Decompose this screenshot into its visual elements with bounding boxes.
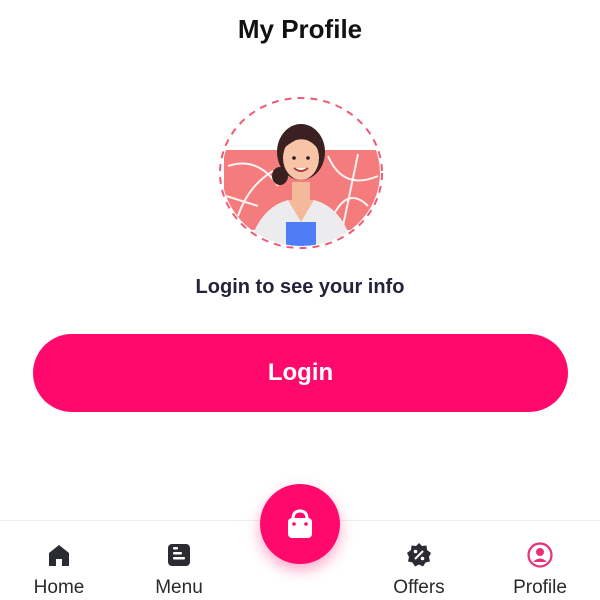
nav-label-offers: Offers [393,577,445,598]
nav-item-profile[interactable]: Profile [495,541,585,599]
nav-item-home[interactable]: Home [14,541,104,599]
shopping-bag-icon [280,504,320,544]
nav-item-menu[interactable]: Menu [134,541,224,599]
offers-badge-icon [405,541,433,569]
menu-doc-icon [165,541,193,569]
avatar [218,96,384,250]
cart-bag-button[interactable] [260,484,340,564]
user-avatar-illustration [219,97,383,249]
nav-label-profile: Profile [513,577,567,598]
profile-icon [526,541,554,569]
login-button[interactable]: Login [33,334,568,412]
nav-label-home: Home [33,577,85,598]
home-icon [45,541,73,569]
nav-item-offers[interactable]: Offers [374,541,464,599]
page-title: My Profile [237,14,363,44]
login-prompt: Login to see your info [195,276,405,298]
nav-label-menu: Menu [155,577,203,598]
